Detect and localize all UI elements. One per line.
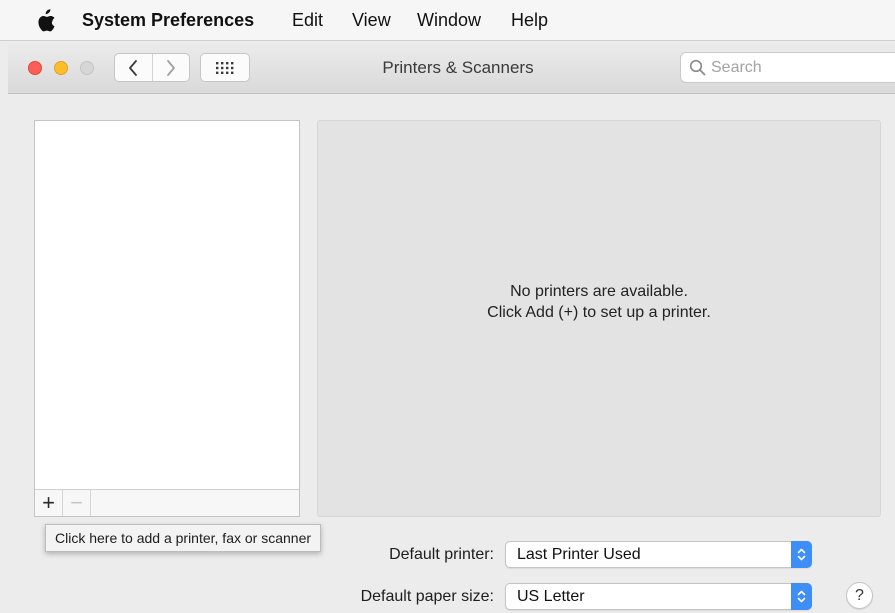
- chevron-right-icon: [166, 59, 175, 76]
- apple-logo-icon[interactable]: [34, 9, 56, 33]
- menu-window[interactable]: Window: [417, 9, 481, 31]
- menu-view[interactable]: View: [352, 9, 391, 31]
- remove-printer-button[interactable]: −: [63, 490, 91, 516]
- close-window-button[interactable]: [28, 61, 42, 75]
- default-paper-size-select[interactable]: US Letter: [505, 583, 812, 610]
- default-printer-select[interactable]: Last Printer Used: [505, 541, 812, 568]
- empty-state-line-1: No printers are available.: [510, 283, 688, 300]
- menu-bar: System Preferences Edit View Window Help: [0, 0, 895, 41]
- default-printer-value: Last Printer Used: [517, 546, 641, 563]
- menu-edit[interactable]: Edit: [292, 9, 323, 31]
- search-field[interactable]: [680, 52, 895, 83]
- navigation-buttons: [114, 53, 190, 82]
- empty-state-line-2: Click Add (+) to set up a printer.: [487, 304, 711, 321]
- menu-help[interactable]: Help: [511, 9, 548, 31]
- menu-app-name[interactable]: System Preferences: [82, 9, 254, 31]
- window-title: Printers & Scanners: [382, 58, 534, 77]
- printer-list[interactable]: + −: [34, 120, 300, 517]
- empty-state-message: No printers are available. Click Add (+)…: [318, 281, 880, 323]
- default-printer-label: Default printer:: [389, 546, 494, 563]
- show-all-button[interactable]: [200, 53, 250, 82]
- printer-list-footer: + −: [35, 489, 299, 516]
- grid-dots-icon: [216, 61, 234, 74]
- add-printer-button[interactable]: +: [35, 490, 63, 516]
- back-button[interactable]: [115, 54, 152, 81]
- default-paper-size-label: Default paper size:: [360, 588, 494, 605]
- popup-arrows-icon: [791, 583, 812, 610]
- chevron-left-icon: [129, 59, 138, 76]
- add-printer-tooltip: Click here to add a printer, fax or scan…: [45, 524, 322, 552]
- forward-button[interactable]: [151, 54, 190, 81]
- search-input[interactable]: [711, 57, 886, 78]
- window-toolbar: Printers & Scanners: [8, 42, 895, 94]
- help-button[interactable]: ?: [846, 582, 873, 609]
- popup-arrows-icon: [791, 541, 812, 568]
- printer-detail-pane: No printers are available. Click Add (+)…: [317, 120, 881, 517]
- zoom-window-button[interactable]: [80, 61, 94, 75]
- minimize-window-button[interactable]: [54, 61, 68, 75]
- default-paper-size-value: US Letter: [517, 588, 585, 605]
- search-icon: [689, 59, 706, 76]
